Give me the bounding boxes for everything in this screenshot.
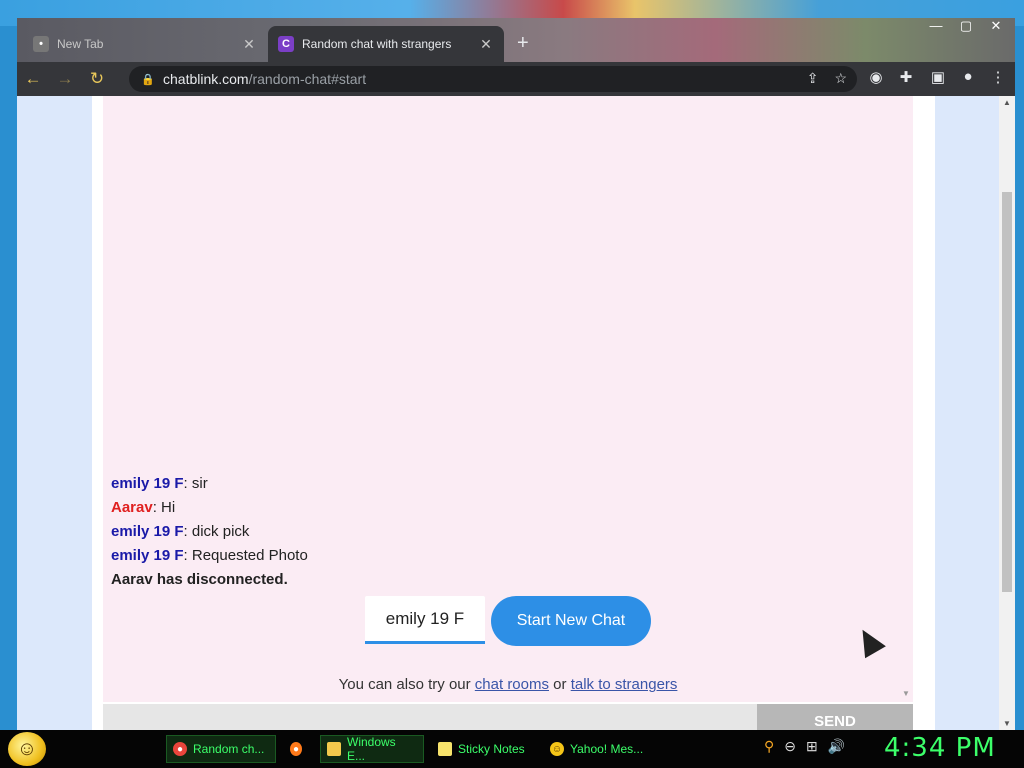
taskbar-item-sticky-notes[interactable]: Sticky Notes — [432, 735, 536, 763]
system-tray: ⚲ ⊖ ⊞ 🔊 — [764, 738, 845, 755]
message-nick: emily 19 F — [111, 475, 184, 492]
alternatives-prefix: You can also try our — [338, 676, 471, 693]
tab-strip: • New Tab ✕ C Random chat with strangers… — [17, 18, 1015, 62]
extension-flag-icon[interactable]: ◉ — [865, 68, 887, 90]
chat-controls: Start New Chat — [365, 596, 651, 646]
address-bar[interactable]: 🔒 chatblink.com /random-chat#start ⇪ ☆ — [129, 66, 857, 92]
message-text: : sir — [183, 475, 208, 492]
taskbar-label: Yahoo! Mes... — [570, 742, 644, 756]
taskbar-item-explorer[interactable]: Windows E... — [320, 735, 424, 763]
nickname-input[interactable] — [365, 596, 485, 644]
message-row: emily 19 F: dick pick — [111, 520, 308, 544]
url-host: chatblink.com — [163, 71, 249, 87]
volume-icon[interactable]: 🔊 — [828, 738, 845, 755]
forward-arrow-icon[interactable]: → — [49, 69, 81, 89]
scroll-down-icon[interactable]: ▼ — [1003, 719, 1011, 728]
message-compose-bar: SEND — [103, 704, 913, 730]
message-row: emily 19 F: sir — [111, 472, 308, 496]
chat-log: emily 19 F: sir Aarav: Hi emily 19 F: di… — [103, 96, 913, 702]
search-icon[interactable]: ⚲ — [764, 738, 774, 755]
message-text: : Hi — [152, 499, 176, 516]
profile-avatar-icon[interactable]: ● — [957, 68, 979, 90]
message-list: emily 19 F: sir Aarav: Hi emily 19 F: di… — [111, 472, 308, 592]
message-nick: Aarav — [111, 499, 153, 516]
sticky-note-icon — [438, 742, 452, 756]
back-arrow-icon[interactable]: ← — [17, 69, 49, 89]
browser-toolbar: ← → ↻ 🔒 chatblink.com /random-chat#start… — [17, 62, 1015, 96]
taskbar-item-chrome[interactable]: ● Random ch... — [166, 735, 276, 763]
alternatives-or: or — [553, 676, 567, 693]
message-row: Aarav: Hi — [111, 496, 308, 520]
folder-icon — [327, 742, 341, 756]
minus-circle-icon[interactable]: ⊖ — [784, 738, 796, 755]
lock-icon: 🔒 — [141, 73, 155, 86]
message-text: : Requested Photo — [183, 547, 308, 564]
message-text: : dick pick — [183, 523, 250, 540]
send-button[interactable]: SEND — [757, 704, 913, 730]
url-path: /random-chat#start — [248, 71, 367, 87]
start-smiley-icon[interactable]: ☺ — [8, 732, 46, 766]
taskbar-item-firefox[interactable]: ● — [284, 735, 314, 763]
close-icon[interactable]: ✕ — [241, 36, 257, 53]
address-bar-actions: ⇪ ☆ — [807, 70, 847, 87]
scroll-up-icon[interactable]: ▲ — [1003, 98, 1011, 107]
close-icon[interactable]: ✕ — [478, 36, 494, 53]
network-icon[interactable]: ⊞ — [806, 738, 818, 755]
tab-label: New Tab — [57, 37, 104, 51]
side-panel-icon[interactable]: ▣ — [927, 68, 949, 90]
message-row: emily 19 F: Requested Photo — [111, 544, 308, 568]
new-tab-icon[interactable]: + — [517, 32, 529, 55]
scrollbar-thumb[interactable] — [1002, 192, 1012, 592]
close-window-icon[interactable]: ✕ — [983, 18, 1009, 36]
taskbar-item-yahoo[interactable]: ☺ Yahoo! Mes... — [544, 735, 652, 763]
window-controls: — ▢ ✕ — [923, 18, 1009, 36]
firefox-icon: ● — [290, 742, 302, 756]
taskbar: ☺ ● Random ch... ● Windows E... Sticky N… — [0, 730, 1024, 768]
globe-icon: • — [33, 36, 49, 52]
taskbar-clock[interactable]: 4:34 PM — [884, 733, 996, 763]
browser-window: • New Tab ✕ C Random chat with strangers… — [17, 18, 1015, 730]
page-content: emily 19 F: sir Aarav: Hi emily 19 F: di… — [92, 96, 935, 730]
alternatives-line: You can also try our chat rooms or talk … — [103, 676, 913, 693]
taskbar-label: Random ch... — [193, 742, 265, 756]
tab-random-chat[interactable]: C Random chat with strangers ✕ — [268, 26, 504, 62]
share-icon[interactable]: ⇪ — [807, 70, 819, 87]
message-nick: emily 19 F — [111, 523, 184, 540]
puzzle-extensions-icon[interactable]: ✚ — [895, 68, 917, 90]
chat-scrollbar[interactable]: ▼ — [899, 96, 913, 702]
bookmark-star-icon[interactable]: ☆ — [834, 70, 847, 87]
reload-icon[interactable]: ↻ — [81, 69, 113, 89]
taskbar-label: Windows E... — [347, 735, 396, 763]
talk-to-strangers-link[interactable]: talk to strangers — [571, 676, 678, 693]
chrome-icon: ● — [173, 742, 187, 756]
page-scrollbar[interactable]: ▲ ▼ — [999, 96, 1015, 730]
kebab-menu-icon[interactable]: ⋮ — [987, 68, 1009, 90]
start-new-chat-button[interactable]: Start New Chat — [491, 596, 651, 646]
yahoo-smiley-icon: ☺ — [550, 742, 564, 756]
message-nick: emily 19 F — [111, 547, 184, 564]
minimize-icon[interactable]: — — [923, 18, 949, 36]
chat-rooms-link[interactable]: chat rooms — [475, 676, 549, 693]
scroll-down-icon[interactable]: ▼ — [902, 689, 910, 698]
tab-label: Random chat with strangers — [302, 37, 452, 51]
maximize-icon[interactable]: ▢ — [953, 18, 979, 36]
disconnect-status: Aarav has disconnected. — [111, 571, 288, 588]
chatblink-favicon-icon: C — [278, 36, 294, 52]
tab-new-tab[interactable]: • New Tab ✕ — [23, 26, 267, 62]
taskbar-label: Sticky Notes — [458, 742, 525, 756]
